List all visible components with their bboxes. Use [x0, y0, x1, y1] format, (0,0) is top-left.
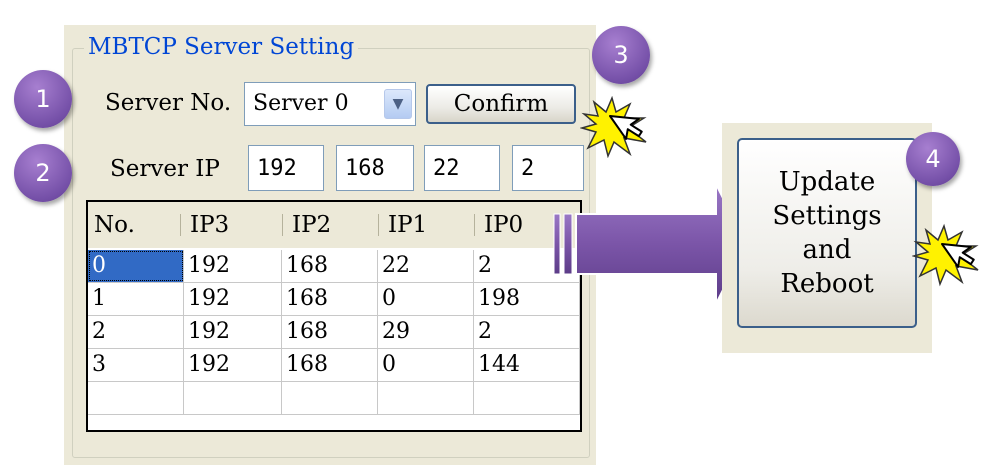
table-cell[interactable]: 192: [184, 316, 282, 348]
confirm-button[interactable]: Confirm: [426, 84, 576, 124]
table-cell[interactable]: 144: [474, 349, 580, 381]
table-row[interactable]: 1 192 168 0 198: [88, 283, 580, 316]
ip-octet-3-input[interactable]: [248, 145, 324, 191]
table-cell[interactable]: 192: [184, 250, 282, 282]
table-cell[interactable]: 2: [88, 316, 184, 348]
chevron-down-icon[interactable]: ▼: [384, 89, 412, 119]
update-button-line: Settings: [772, 201, 882, 231]
column-divider: [180, 214, 181, 236]
update-button-line: and: [802, 235, 852, 265]
table-row[interactable]: 2 192 168 29 2: [88, 316, 580, 349]
column-header[interactable]: IP2: [286, 202, 378, 248]
table-cell[interactable]: 22: [378, 250, 474, 282]
click-cursor-icon: [912, 223, 979, 287]
step-badge-2: 2: [14, 144, 72, 202]
table-cell[interactable]: 168: [282, 316, 378, 348]
table-header: No. IP3 IP2 IP1 IP0: [88, 202, 580, 248]
table-row[interactable]: 3 192 168 0 144: [88, 349, 580, 382]
table-cell[interactable]: 0: [378, 349, 474, 381]
column-divider: [282, 214, 283, 236]
table-cell[interactable]: 192: [184, 349, 282, 381]
server-ip-label: Server IP: [110, 156, 220, 182]
update-button-line: Update: [778, 167, 876, 197]
step-badge-3: 3: [592, 26, 650, 84]
group-title: MBTCP Server Setting: [84, 32, 359, 62]
table-cell[interactable]: 192: [184, 283, 282, 315]
column-divider: [378, 214, 379, 236]
step-badge-1: 1: [14, 70, 72, 128]
server-select[interactable]: Server 0 ▼: [244, 82, 416, 126]
table-cell[interactable]: 168: [282, 250, 378, 282]
table-cell[interactable]: 168: [282, 283, 378, 315]
table-cell[interactable]: [282, 382, 378, 414]
table-cell[interactable]: 0: [378, 283, 474, 315]
server-table[interactable]: No. IP3 IP2 IP1 IP0 0 192 168 22 2 1 192…: [86, 200, 582, 432]
table-cell[interactable]: [88, 382, 184, 414]
column-divider: [474, 214, 475, 236]
server-no-label: Server No.: [105, 90, 232, 116]
column-header[interactable]: No.: [88, 202, 180, 248]
right-arrow-icon: [553, 183, 746, 305]
table-cell[interactable]: 1: [88, 283, 184, 315]
table-cell[interactable]: 29: [378, 316, 474, 348]
table-cell[interactable]: 3: [88, 349, 184, 381]
column-header[interactable]: IP1: [382, 202, 474, 248]
table-cell[interactable]: 2: [474, 316, 580, 348]
table-row-empty[interactable]: [88, 382, 580, 415]
update-settings-reboot-button[interactable]: Update Settings and Reboot: [737, 138, 917, 328]
click-cursor-icon: [580, 96, 647, 158]
server-select-value: Server 0: [253, 91, 349, 116]
step-badge-4: 4: [906, 132, 960, 186]
table-cell[interactable]: 0: [88, 250, 184, 282]
ip-octet-2-input[interactable]: [336, 145, 414, 191]
ip-octet-1-input[interactable]: [424, 145, 500, 191]
column-header[interactable]: IP3: [184, 202, 280, 248]
table-cell[interactable]: [378, 382, 474, 414]
table-cell[interactable]: [184, 382, 282, 414]
update-button-line: Reboot: [780, 269, 874, 299]
table-cell[interactable]: 168: [282, 349, 378, 381]
table-row[interactable]: 0 192 168 22 2: [88, 250, 580, 283]
table-cell[interactable]: [474, 382, 580, 414]
